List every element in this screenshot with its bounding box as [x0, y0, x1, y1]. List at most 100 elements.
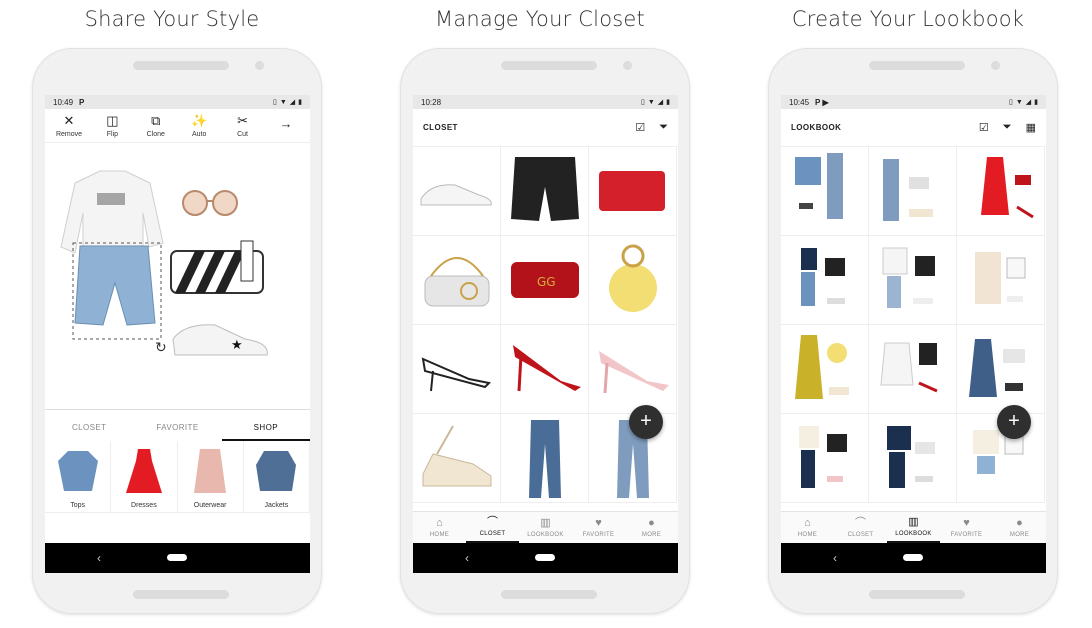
tool-label: Auto — [191, 130, 207, 138]
home-pill[interactable] — [903, 554, 923, 561]
status-icons: ▯ ▼ ◢ ▮ — [1009, 98, 1038, 107]
scissors-icon: ✂ — [237, 112, 249, 128]
closet-item[interactable] — [589, 236, 677, 325]
dress-image — [125, 449, 162, 493]
back-icon[interactable]: ‹ — [97, 551, 101, 565]
arrow-right-icon: → — [279, 116, 293, 131]
filter-icon[interactable]: ⏷ — [659, 121, 668, 134]
tab-shop[interactable]: SHOP — [221, 410, 310, 441]
heart-icon: ♥ — [595, 517, 602, 529]
wifi-icon: ▼ — [279, 98, 287, 106]
page-title: LOOKBOOK — [791, 123, 842, 132]
vibrate-icon: ▯ — [640, 99, 645, 106]
closet-item[interactable] — [501, 414, 589, 503]
outfit-image — [981, 157, 1034, 219]
nav-closet[interactable]: ⌒ CLOSET — [466, 512, 519, 543]
home-pill[interactable] — [167, 554, 187, 561]
system-nav-bar: ‹ — [413, 543, 678, 573]
outfit-card[interactable] — [869, 236, 957, 325]
denim-shorts-item[interactable] — [74, 245, 156, 326]
category-tops[interactable]: Tops — [45, 441, 112, 513]
tab-favorite[interactable]: FAVORITE — [133, 410, 221, 441]
outfit-collage: ↻ ★ — [60, 170, 268, 356]
nav-more[interactable]: ● MORE — [993, 512, 1046, 543]
profile-icon: ● — [648, 517, 655, 529]
closet-item[interactable] — [501, 147, 589, 236]
nav-home[interactable]: ⌂ HOME — [413, 512, 466, 543]
add-item-button[interactable]: + — [629, 405, 663, 439]
tab-closet[interactable]: CLOSET — [45, 410, 133, 441]
nav-lookbook[interactable]: ▥ LOOKBOOK — [519, 512, 572, 543]
add-outfit-button[interactable]: + — [997, 405, 1031, 439]
nav-home[interactable]: ⌂ HOME — [781, 512, 834, 543]
outfit-card[interactable] — [869, 325, 957, 414]
home-pill[interactable] — [535, 554, 555, 561]
category-outerwear[interactable]: Outerwear — [177, 441, 244, 513]
outfit-image — [880, 342, 938, 393]
nav-label: MORE — [1009, 532, 1030, 538]
flip-icon: ◫ — [106, 112, 119, 128]
auto-button[interactable]: ✨ Auto — [181, 109, 217, 142]
nav-favorite[interactable]: ♥ FAVORITE — [940, 512, 993, 543]
book-icon: ▥ — [908, 516, 919, 528]
status-bar: 10:28 ▯ ▼ ◢ ▮ — [413, 95, 678, 109]
closet-item[interactable] — [413, 236, 501, 325]
hanger-icon: ⌒ — [855, 517, 866, 529]
outfit-card[interactable] — [869, 414, 957, 503]
status-bar: 10:49 P ▯ ▼ ◢ ▮ — [45, 95, 310, 109]
outfit-image — [883, 159, 933, 221]
back-icon[interactable]: ‹ — [465, 551, 469, 565]
closet-item[interactable]: GG — [501, 236, 589, 325]
nav-more[interactable]: ● MORE — [625, 512, 678, 543]
outfit-card[interactable] — [781, 325, 869, 414]
outfit-card[interactable] — [957, 236, 1045, 325]
nav-lookbook[interactable]: ▥ LOOKBOOK — [887, 512, 940, 543]
closet-item[interactable] — [413, 325, 501, 414]
jacket-image — [256, 451, 297, 491]
nav-closet[interactable]: ⌒ CLOSET — [834, 512, 887, 543]
white-bag-image — [424, 257, 490, 307]
striped-bag-item[interactable] — [170, 240, 264, 294]
tool-label: Cut — [237, 130, 249, 138]
sneakers-item[interactable]: ★ — [172, 324, 268, 356]
closet-item[interactable] — [501, 325, 589, 414]
outfit-card[interactable] — [781, 414, 869, 503]
hoodie-print — [97, 193, 125, 205]
sunglasses-item[interactable] — [182, 190, 238, 216]
closet-item[interactable] — [589, 325, 677, 414]
checkbox-icon[interactable]: ☑ — [979, 121, 989, 134]
shirt-image — [57, 451, 98, 491]
category-dresses[interactable]: Dresses — [111, 441, 178, 513]
category-grid: Tops Dresses Outerwear Jackets — [45, 441, 310, 513]
next-button[interactable]: → — [268, 109, 304, 142]
back-icon[interactable]: ‹ — [833, 551, 837, 565]
nav-label: HOME — [797, 532, 818, 538]
panel-title: Create Your Lookbook — [791, 7, 1025, 31]
filter-icon[interactable]: ⏷ — [1003, 121, 1012, 134]
calendar-icon[interactable]: ▦ — [1026, 121, 1036, 134]
remove-button[interactable]: ✕ Remove — [51, 109, 87, 142]
closet-item[interactable] — [413, 414, 501, 503]
nav-favorite[interactable]: ♥ FAVORITE — [572, 512, 625, 543]
profile-icon: ● — [1016, 517, 1023, 529]
closet-item[interactable] — [589, 147, 677, 236]
checkbox-icon[interactable]: ☑ — [635, 121, 645, 134]
outfit-canvas[interactable]: ↻ ★ — [45, 143, 310, 409]
flip-button[interactable]: ◫ Flip — [94, 109, 130, 142]
rotate-handle-icon[interactable]: ↻ — [155, 339, 167, 355]
category-jackets[interactable]: Jackets — [243, 441, 310, 513]
outfit-card[interactable] — [957, 325, 1045, 414]
cut-button[interactable]: ✂ Cut — [225, 109, 261, 142]
clone-button[interactable]: ⧉ Clone — [138, 109, 174, 142]
outfit-image — [795, 153, 843, 219]
outfit-card[interactable] — [781, 147, 869, 236]
closet-item[interactable] — [413, 147, 501, 236]
red-clutch-image — [599, 171, 665, 211]
nude-heels-image — [599, 351, 669, 394]
outfit-card[interactable] — [781, 236, 869, 325]
outfit-card[interactable] — [869, 147, 957, 236]
closet-grid: GG — [413, 147, 678, 503]
outfit-image — [795, 335, 849, 399]
outfit-card[interactable] — [957, 147, 1045, 236]
chin — [133, 590, 229, 599]
